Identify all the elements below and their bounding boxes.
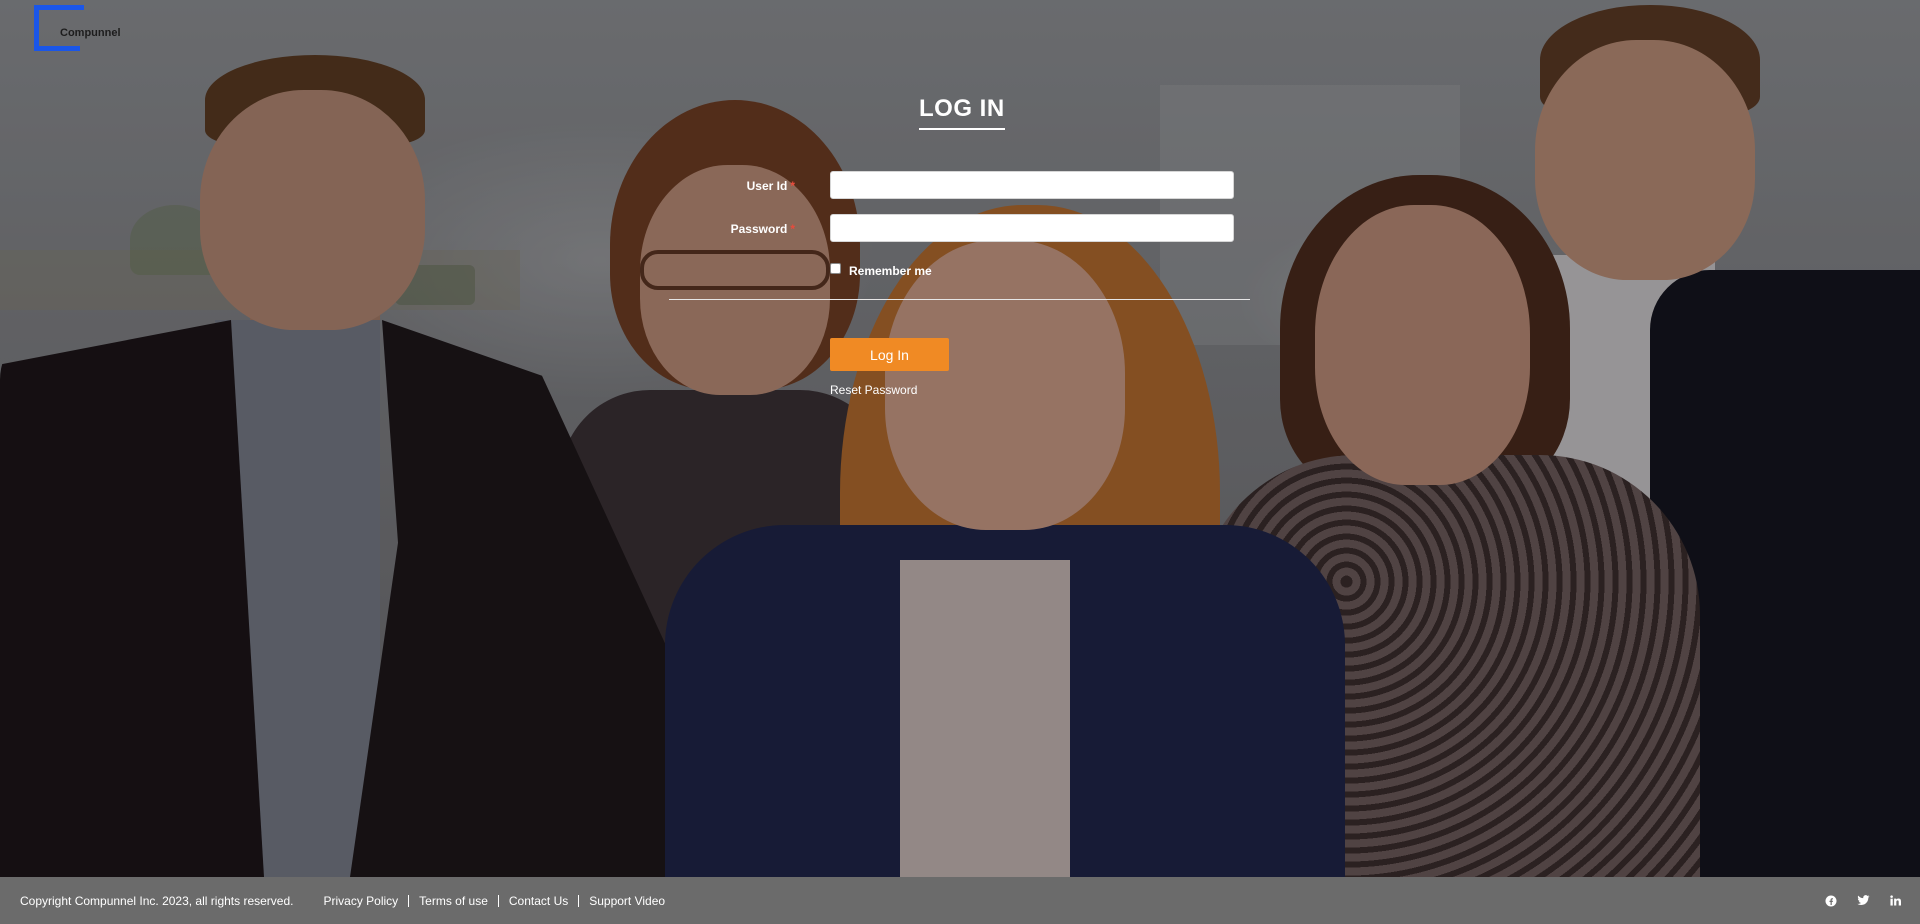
facebook-icon[interactable] bbox=[1824, 894, 1838, 908]
remember-me[interactable]: Remember me bbox=[830, 261, 932, 278]
social-links bbox=[1824, 877, 1902, 924]
remember-me-checkbox[interactable] bbox=[830, 262, 841, 274]
reset-password-link[interactable]: Reset Password bbox=[830, 383, 917, 397]
user-id-input[interactable] bbox=[830, 171, 1234, 199]
contact-us-link[interactable]: Contact Us bbox=[499, 894, 578, 908]
dark-overlay bbox=[0, 0, 1920, 877]
background-photo bbox=[0, 0, 1920, 877]
compunnel-logo[interactable]: Compunnel bbox=[34, 5, 154, 57]
privacy-policy-link[interactable]: Privacy Policy bbox=[313, 894, 408, 908]
logo-text: Compunnel bbox=[60, 27, 121, 39]
terms-of-use-link[interactable]: Terms of use bbox=[409, 894, 498, 908]
twitter-icon[interactable] bbox=[1856, 894, 1870, 908]
user-id-label: User Id * bbox=[746, 179, 795, 193]
footer: Copyright Compunnel Inc. 2023, all right… bbox=[0, 877, 1920, 924]
copyright-text: Copyright Compunnel Inc. 2023, all right… bbox=[20, 893, 294, 908]
page-title: LOG IN bbox=[919, 95, 1005, 130]
password-label: Password * bbox=[730, 222, 795, 236]
linkedin-icon[interactable] bbox=[1888, 894, 1902, 908]
login-button[interactable]: Log In bbox=[830, 338, 949, 371]
required-mark: * bbox=[790, 222, 795, 236]
form-divider bbox=[669, 299, 1250, 300]
support-video-link[interactable]: Support Video bbox=[579, 894, 675, 908]
required-mark: * bbox=[790, 179, 795, 193]
password-input[interactable] bbox=[830, 214, 1234, 242]
remember-me-label[interactable]: Remember me bbox=[849, 264, 932, 278]
